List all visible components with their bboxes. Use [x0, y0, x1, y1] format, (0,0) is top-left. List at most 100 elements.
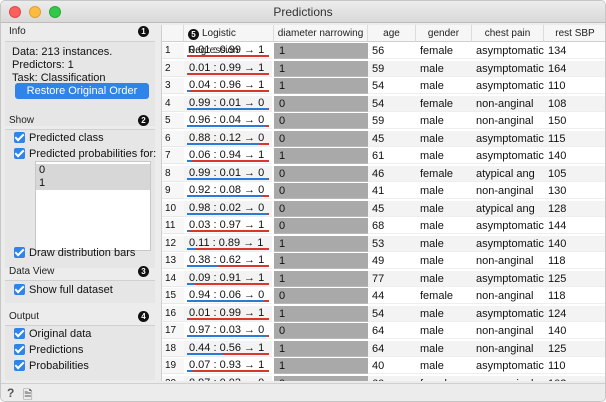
- output-predictions-checkbox[interactable]: Predictions: [14, 344, 83, 358]
- table-row[interactable]: 1 0.01 : 0.99 → 1 1 56 female asymptomatic 134: [162, 43, 605, 59]
- report-icon[interactable]: 🗎: [23, 386, 33, 401]
- chest-pain-cell: non-anginal: [472, 95, 544, 112]
- row-index: 20: [162, 375, 184, 381]
- table-row[interactable]: 13 0.38 : 0.62 → 1 1 49 male non-anginal 118: [162, 253, 605, 269]
- age-cell: 54: [368, 95, 416, 112]
- prediction-cell: 0.92 : 0.08 → 0: [184, 183, 272, 199]
- age-cell: 56: [368, 43, 416, 59]
- table-row[interactable]: 5 0.96 : 0.04 → 0 0 59 male non-anginal 150: [162, 113, 605, 129]
- show-full-dataset-checkbox[interactable]: Show full dataset: [14, 284, 113, 298]
- rest-sbp-cell: 108: [544, 95, 605, 112]
- rest-sbp-cell: 125: [544, 340, 605, 357]
- probability-bar: [187, 90, 269, 92]
- table-row[interactable]: 19 0.07 : 0.93 → 1 1 40 male asymptomatic 110: [162, 358, 605, 374]
- probability-bar: [187, 335, 269, 337]
- header-gender[interactable]: gender: [416, 25, 472, 42]
- output-original-data-checkbox[interactable]: Original data: [14, 328, 91, 342]
- probability-bar: [187, 125, 269, 127]
- header-logistic-regression[interactable]: 5 Logistic Regression: [184, 25, 274, 56]
- chest-pain-cell: non-anginal: [472, 323, 544, 339]
- checkbox-checked-icon: [14, 132, 25, 143]
- age-cell: 46: [368, 165, 416, 182]
- probability-bar: [187, 55, 269, 57]
- diameter-narrowing-cell: 1: [274, 235, 368, 252]
- chest-pain-cell: non-anginal: [472, 183, 544, 199]
- header-rest-sbp[interactable]: rest SBP: [544, 25, 605, 42]
- predictions-table[interactable]: 5 Logistic Regression diameter narrowing …: [161, 25, 605, 382]
- prediction-text: 0.97 : 0.03 → 0: [189, 377, 264, 382]
- gender-cell: male: [416, 323, 472, 339]
- row-index: 19: [162, 358, 184, 374]
- chest-pain-cell: atypical ang: [472, 165, 544, 182]
- diameter-narrowing-cell: 0: [274, 95, 368, 112]
- table-row[interactable]: 16 0.01 : 0.99 → 1 1 54 male asymptomatic 124: [162, 305, 605, 322]
- diameter-narrowing-cell: 1: [274, 78, 368, 94]
- header-chest-pain[interactable]: chest pain: [472, 25, 544, 42]
- prediction-cell: 0.03 : 0.97 → 1: [184, 218, 272, 234]
- checkbox-checked-icon: [14, 148, 25, 159]
- table-row[interactable]: 15 0.94 : 0.06 → 0 0 44 female non-anginal 118: [162, 288, 605, 304]
- age-cell: 40: [368, 358, 416, 374]
- output-probabilities-checkbox[interactable]: Probabilities: [14, 360, 89, 374]
- table-row[interactable]: 10 0.98 : 0.02 → 0 0 45 male atypical ang 128: [162, 200, 605, 217]
- prediction-cell: 0.96 : 0.04 → 0: [184, 113, 272, 129]
- predicted-class-label: Predicted class: [29, 132, 104, 144]
- header-age[interactable]: age: [368, 25, 416, 42]
- predicted-probabilities-label: Predicted probabilities for:: [29, 148, 157, 160]
- help-icon[interactable]: ?: [7, 386, 14, 400]
- rest-sbp-cell: 150: [544, 113, 605, 129]
- table-row[interactable]: 14 0.09 : 0.91 → 1 1 77 male asymptomatic 125: [162, 270, 605, 287]
- diameter-narrowing-cell: 1: [274, 340, 368, 357]
- diameter-narrowing-cell: 1: [274, 253, 368, 269]
- data-view-number-badge: 3: [138, 266, 149, 277]
- probability-bar: [187, 265, 269, 267]
- header-diameter-narrowing[interactable]: diameter narrowing: [274, 25, 368, 42]
- gender-cell: male: [416, 130, 472, 147]
- table-row[interactable]: 12 0.11 : 0.89 → 1 1 53 male asymptomatic 140: [162, 235, 605, 252]
- draw-distribution-bars-checkbox[interactable]: Draw distribution bars: [14, 247, 135, 261]
- probability-bar: [187, 160, 269, 162]
- table-row[interactable]: 9 0.92 : 0.08 → 0 0 41 male non-anginal 130: [162, 183, 605, 199]
- prediction-cell: 0.98 : 0.02 → 0: [184, 200, 272, 217]
- chest-pain-cell: asymptomatic: [472, 43, 544, 59]
- predicted-probabilities-checkbox[interactable]: Predicted probabilities for:: [14, 148, 156, 162]
- row-index: 14: [162, 270, 184, 287]
- rest-sbp-cell: 110: [544, 78, 605, 94]
- prediction-cell: 0.01 : 0.99 → 1: [184, 60, 272, 77]
- list-item[interactable]: 0: [36, 164, 150, 177]
- predicted-class-checkbox[interactable]: Predicted class: [14, 132, 104, 146]
- table-row[interactable]: 6 0.88 : 0.12 → 0 0 45 male asymptomatic 115: [162, 130, 605, 147]
- probability-bar: [187, 177, 269, 180]
- table-row[interactable]: 8 0.99 : 0.01 → 0 0 46 female atypical ang 105: [162, 165, 605, 182]
- table-row[interactable]: 20 0.97 : 0.03 → 0 060femalenon-anginal102: [162, 375, 605, 382]
- table-row[interactable]: 7 0.06 : 0.94 → 1 1 61 male asymptomatic 140: [162, 148, 605, 164]
- table-row[interactable]: 3 0.04 : 0.96 → 1 1 54 male asymptomatic 110: [162, 78, 605, 94]
- gender-cell: male: [416, 358, 472, 374]
- gender-cell: female: [416, 165, 472, 182]
- age-cell: 59: [368, 60, 416, 77]
- table-row[interactable]: 2 0.01 : 0.99 → 1 1 59 male asymptomatic 164: [162, 60, 605, 77]
- info-predictors-line: Predictors: 1: [12, 59, 74, 71]
- class-values-list[interactable]: 0 1: [35, 161, 151, 251]
- gender-cell: male: [416, 340, 472, 357]
- table-row[interactable]: 18 0.44 : 0.56 → 1 1 64 male non-anginal 125: [162, 340, 605, 357]
- list-item[interactable]: 1: [36, 177, 150, 190]
- diameter-narrowing-cell: 0: [274, 165, 368, 182]
- prediction-cell: 0.01 : 0.99 → 1: [184, 305, 272, 322]
- table-row[interactable]: 4 0.99 : 0.01 → 0 0 54 female non-anginal 108: [162, 95, 605, 112]
- rest-sbp-cell: 140: [544, 235, 605, 252]
- chest-pain-cell: non-anginal: [472, 253, 544, 269]
- row-index: 12: [162, 235, 184, 252]
- rest-sbp-cell: 115: [544, 130, 605, 147]
- age-cell: 54: [368, 305, 416, 322]
- rest-sbp-cell: 118: [544, 288, 605, 304]
- age-cell: 53: [368, 235, 416, 252]
- table-row[interactable]: 17 0.97 : 0.03 → 0 0 64 male non-anginal 140: [162, 323, 605, 339]
- table-row[interactable]: 11 0.03 : 0.97 → 1 0 68 male asymptomatic 144: [162, 218, 605, 234]
- gender-cell: female: [416, 375, 472, 381]
- gender-cell: female: [416, 288, 472, 304]
- probability-bar: [187, 317, 269, 320]
- show-header-label: Show: [9, 115, 35, 126]
- prediction-cell: 0.06 : 0.94 → 1: [184, 148, 272, 164]
- restore-original-order-button[interactable]: Restore Original Order: [15, 83, 149, 99]
